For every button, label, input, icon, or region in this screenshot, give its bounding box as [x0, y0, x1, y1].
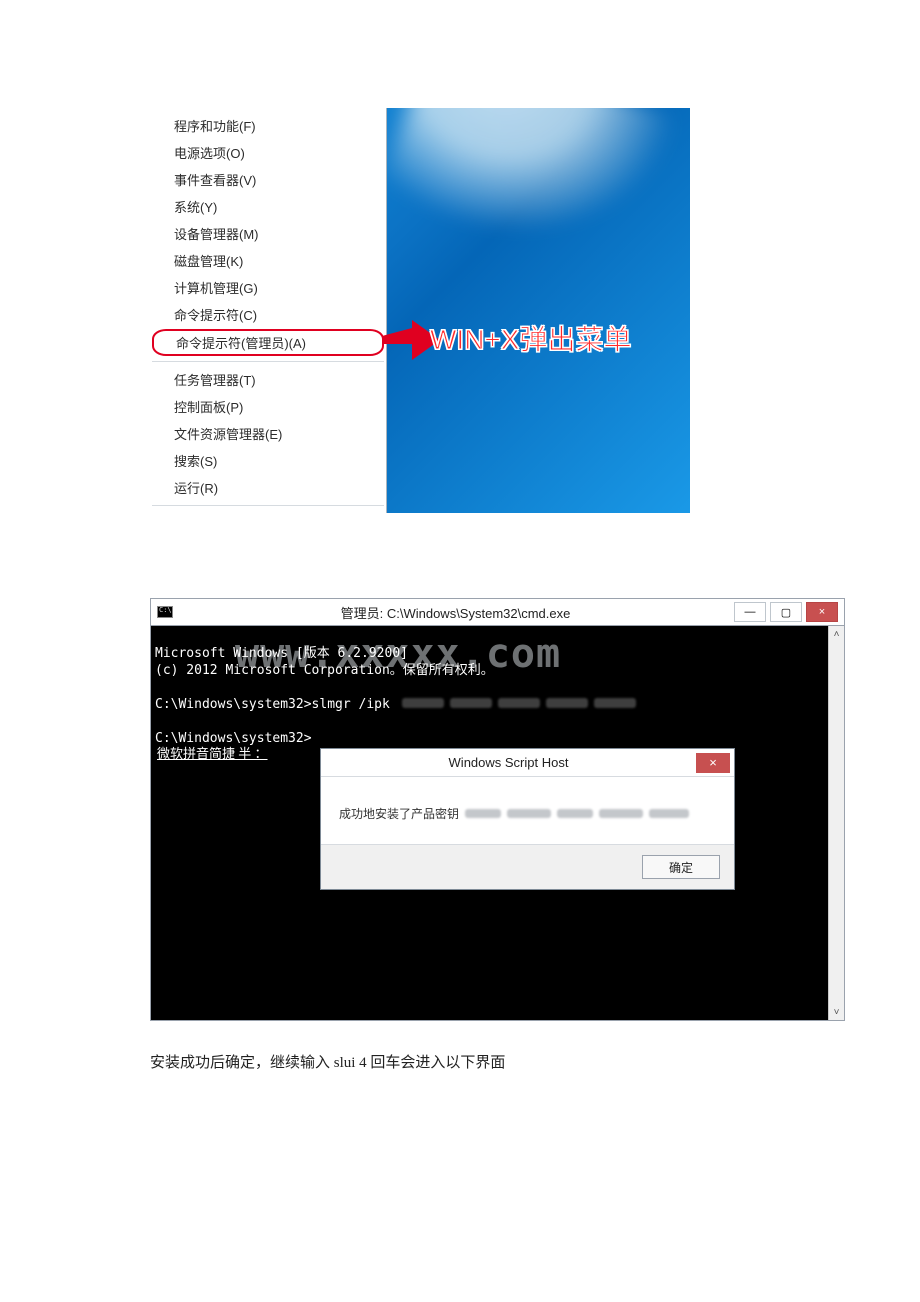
- ok-button[interactable]: 确定: [642, 855, 720, 879]
- windows-script-host-dialog: Windows Script Host × 成功地安装了产品密钥 确定: [320, 748, 735, 890]
- wallpaper-decoration: [360, 108, 680, 326]
- cmd-window-title: 管理员: C:\Windows\System32\cmd.exe: [181, 603, 730, 622]
- cmd-window-titlebar[interactable]: 管理员: C:\Windows\System32\cmd.exe — ▢ ×: [150, 598, 845, 626]
- menu-item-disk-management[interactable]: 磁盘管理(K): [150, 247, 386, 274]
- scroll-track[interactable]: [829, 642, 844, 1004]
- cmd-screenshot: 管理员: C:\Windows\System32\cmd.exe — ▢ × w…: [150, 598, 845, 1021]
- cmd-line-version: Microsoft Windows [版本 6.2.9200]: [155, 645, 824, 662]
- menu-item-system[interactable]: 系统(Y): [150, 193, 386, 220]
- cmd-icon: [157, 606, 173, 618]
- winx-power-user-menu: 程序和功能(F) 电源选项(O) 事件查看器(V) 系统(Y) 设备管理器(M)…: [150, 108, 387, 513]
- minimize-button[interactable]: —: [734, 602, 766, 622]
- menu-item-run[interactable]: 运行(R): [150, 474, 386, 501]
- ime-status-bar: 微软拼音简捷 半 ：: [157, 745, 826, 762]
- menu-item-computer-management[interactable]: 计算机管理(G): [150, 274, 386, 301]
- dialog-body: 成功地安装了产品密钥: [321, 777, 734, 844]
- menu-item-search[interactable]: 搜索(S): [150, 447, 386, 474]
- annotation-callout: WIN+X弹出菜单: [430, 318, 631, 358]
- window-control-buttons: — ▢ ×: [730, 602, 838, 622]
- menu-item-task-manager[interactable]: 任务管理器(T): [150, 366, 386, 393]
- menu-item-file-explorer[interactable]: 文件资源管理器(E): [150, 420, 386, 447]
- menu-item-power-options[interactable]: 电源选项(O): [150, 139, 386, 166]
- redacted-product-key: [402, 696, 642, 713]
- scroll-down-icon[interactable]: ˅: [829, 1004, 844, 1020]
- menu-item-command-prompt[interactable]: 命令提示符(C): [150, 301, 386, 328]
- cmd-line-slmgr: C:\Windows\system32>slmgr /ipk: [155, 696, 824, 713]
- scroll-up-icon[interactable]: ˄: [829, 626, 844, 642]
- dialog-footer: 确定: [321, 844, 734, 889]
- menu-item-device-manager[interactable]: 设备管理器(M): [150, 220, 386, 247]
- dialog-message: 成功地安装了产品密钥: [339, 805, 459, 822]
- menu-item-event-viewer[interactable]: 事件查看器(V): [150, 166, 386, 193]
- menu-item-desktop[interactable]: 桌面(D): [150, 510, 386, 513]
- close-button[interactable]: ×: [806, 602, 838, 622]
- vertical-scrollbar[interactable]: ˄ ˅: [828, 626, 844, 1020]
- menu-item-command-prompt-admin[interactable]: 命令提示符(管理员)(A): [152, 329, 384, 356]
- cmd-line-copyright: (c) 2012 Microsoft Corporation。保留所有权利。: [155, 662, 824, 679]
- menu-item-programs-and-features[interactable]: 程序和功能(F): [150, 112, 386, 139]
- menu-item-control-panel[interactable]: 控制面板(P): [150, 393, 386, 420]
- document-page: 程序和功能(F) 电源选项(O) 事件查看器(V) 系统(Y) 设备管理器(M)…: [0, 0, 920, 1152]
- maximize-button[interactable]: ▢: [770, 602, 802, 622]
- winx-screenshot: 程序和功能(F) 电源选项(O) 事件查看器(V) 系统(Y) 设备管理器(M)…: [150, 108, 690, 513]
- redacted-product-key: [465, 807, 695, 821]
- instruction-caption: 安装成功后确定，继续输入 slui 4 回车会进入以下界面: [150, 1051, 770, 1072]
